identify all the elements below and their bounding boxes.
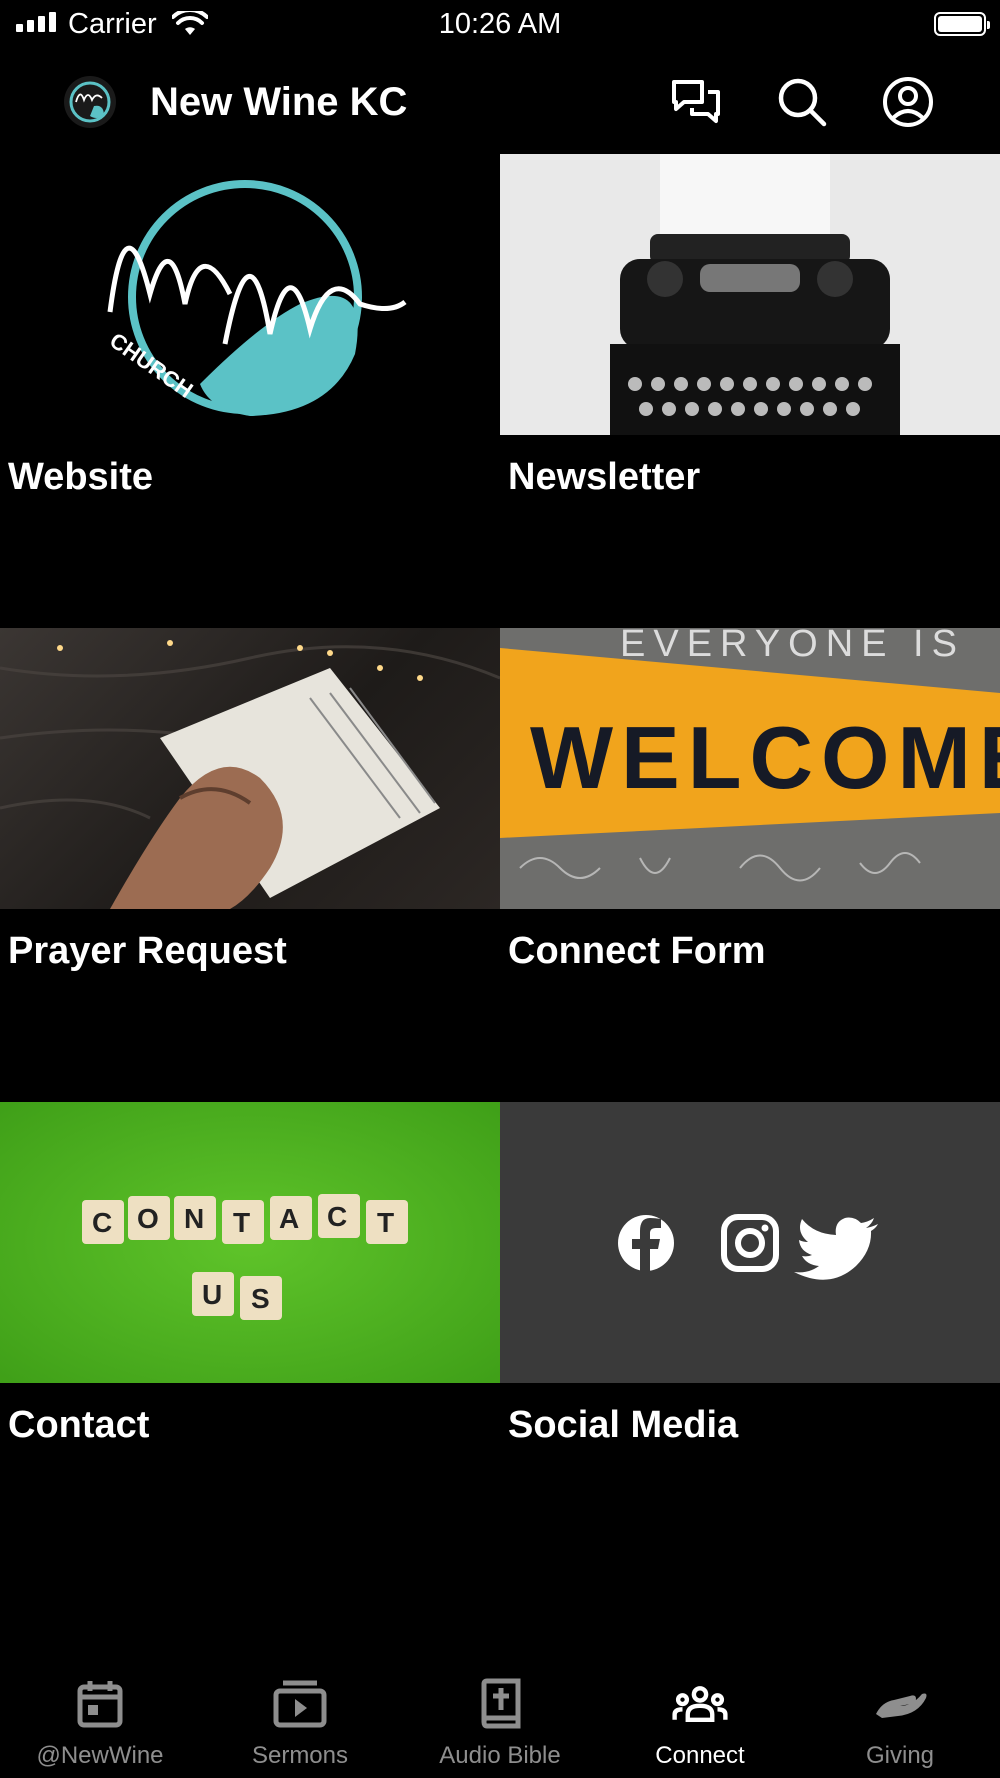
profile-icon[interactable] <box>880 74 936 130</box>
svg-text:A: A <box>279 1203 299 1234</box>
bible-icon <box>472 1676 528 1732</box>
svg-text:C: C <box>327 1201 347 1232</box>
svg-text:N: N <box>184 1203 204 1234</box>
twitter-icon <box>794 1217 878 1280</box>
svg-text:T: T <box>233 1207 250 1238</box>
play-icon <box>272 1676 328 1732</box>
connect-form-label: Connect Form <box>508 930 766 972</box>
svg-text:S: S <box>251 1283 270 1314</box>
status-time: 10:26 AM <box>438 8 562 40</box>
tab-label: Audio Bible <box>439 1742 561 1769</box>
website-tile[interactable]: CHURCH Website <box>0 154 500 628</box>
svg-text:CHURCH: CHURCH <box>105 328 197 403</box>
social-media-image <box>500 1102 1000 1383</box>
connect-form-tile[interactable]: EVERYONE IS WELCOME Connect Form <box>500 628 1000 1102</box>
people-icon <box>672 1676 728 1732</box>
svg-text:C: C <box>92 1207 112 1238</box>
contact-row-2: U S <box>192 1272 282 1320</box>
tab-label: Connect <box>655 1742 745 1769</box>
welcome-top-text: EVERYONE IS <box>620 628 965 665</box>
welcome-sign-image: EVERYONE IS WELCOME <box>500 628 1000 909</box>
tab-audio-bible[interactable]: Audio Bible <box>400 1660 600 1778</box>
tab-bar: @NewWine Sermons Audio Bible Connect Giv… <box>0 1660 1000 1778</box>
contact-label: Contact <box>8 1404 150 1446</box>
battery-icon <box>934 12 990 36</box>
giving-hand-icon <box>872 1676 928 1732</box>
new-wine-logo-image: CHURCH <box>0 154 500 435</box>
search-icon[interactable] <box>774 74 830 130</box>
svg-text:O: O <box>137 1203 159 1234</box>
contact-tile[interactable]: C O N T A C T U S Contact <box>0 1102 500 1576</box>
newsletter-tile[interactable]: Newsletter <box>500 154 1000 628</box>
tab-label: Giving <box>865 1742 935 1769</box>
prayer-request-tile[interactable]: Prayer Request <box>0 628 500 1102</box>
newsletter-label: Newsletter <box>508 456 701 498</box>
svg-text:U: U <box>202 1279 222 1310</box>
tab-label: @NewWine <box>36 1742 164 1769</box>
instagram-icon <box>721 1214 779 1272</box>
calendar-icon <box>72 1676 128 1732</box>
welcome-main-text: WELCOME <box>530 708 1000 807</box>
facebook-icon <box>618 1215 674 1274</box>
app-title: New Wine KC <box>150 80 408 124</box>
prayer-request-label: Prayer Request <box>8 930 287 972</box>
tab-label: Sermons <box>251 1742 349 1769</box>
tab-newwine[interactable]: @NewWine <box>0 1660 200 1778</box>
chat-icon[interactable] <box>668 74 724 130</box>
status-bar: Carrier 10:26 AM <box>0 0 1000 50</box>
tab-connect[interactable]: Connect <box>600 1660 800 1778</box>
svg-text:T: T <box>377 1207 394 1238</box>
website-label: Website <box>8 456 154 498</box>
app-logo <box>64 76 116 128</box>
tab-sermons[interactable]: Sermons <box>200 1660 400 1778</box>
contact-row-1: C O N T A C T <box>82 1194 408 1244</box>
social-media-tile[interactable]: Social Media <box>500 1102 1000 1576</box>
social-media-label: Social Media <box>508 1404 739 1446</box>
praying-hands-image <box>0 628 500 909</box>
app-header: New Wine KC <box>0 50 1000 154</box>
contact-us-tiles-image: C O N T A C T U S <box>0 1102 500 1383</box>
typewriter-image <box>500 154 1000 435</box>
tab-giving[interactable]: Giving <box>800 1660 1000 1778</box>
